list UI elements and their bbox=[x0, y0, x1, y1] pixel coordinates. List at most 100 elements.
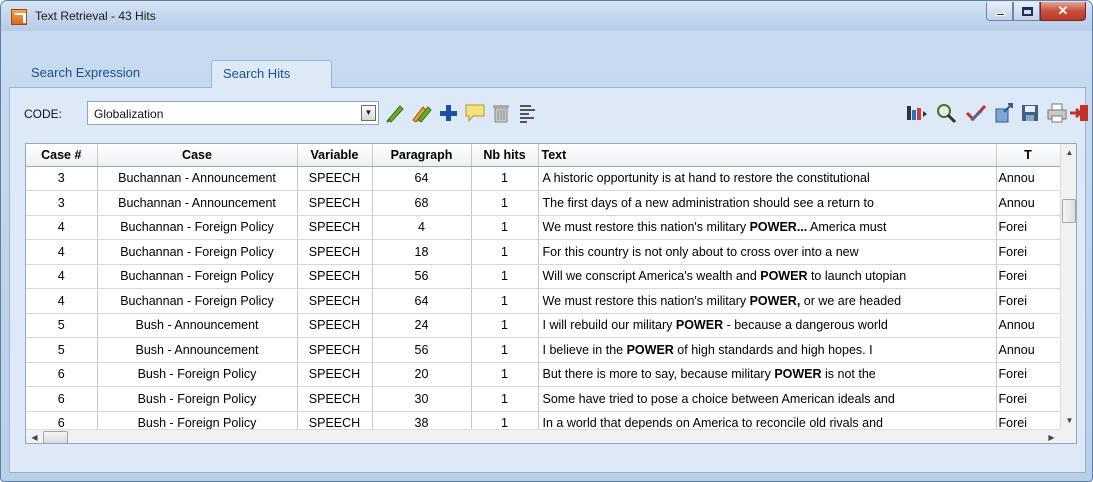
hit-context: But there is more to say, because milita… bbox=[542, 367, 775, 382]
cell-t: Annou bbox=[996, 313, 1061, 338]
text-retrieval-window: Text Retrieval - 43 Hits ✕ Search Expres… bbox=[0, 0, 1093, 482]
column-header-text[interactable]: Text bbox=[538, 144, 997, 167]
hit-context: of high standards and high hopes. I bbox=[673, 342, 873, 357]
cell-case-num: 4 bbox=[26, 215, 98, 240]
cell-paragraph: 64 bbox=[372, 166, 472, 191]
vertical-scroll-thumb[interactable] bbox=[1062, 199, 1076, 223]
cell-case-num: 5 bbox=[26, 337, 98, 363]
hit-keyword: POWER bbox=[675, 318, 724, 333]
cell-text: I believe in the POWER of high standards… bbox=[538, 337, 997, 363]
delete-icon[interactable] bbox=[490, 102, 512, 124]
code-multi-icon[interactable] bbox=[410, 102, 432, 124]
table-row[interactable]: 3 Buchannan - Announcement SPEECH 68 1 The fi… bbox=[26, 190, 1061, 216]
app-icon bbox=[11, 9, 27, 25]
cell-case: Buchannan - Foreign Policy bbox=[97, 215, 298, 240]
table-row[interactable]: 5 Bush - Announcement SPEECH 56 1 I believe i… bbox=[26, 337, 1061, 363]
window-controls: ✕ bbox=[986, 2, 1086, 22]
cell-t: Forei bbox=[996, 215, 1061, 240]
cell-case: Buchannan - Foreign Policy bbox=[97, 264, 298, 289]
cell-variable: SPEECH bbox=[297, 264, 373, 289]
scrollbar-corner bbox=[1060, 429, 1076, 443]
hit-keyword: POWER... bbox=[749, 220, 808, 235]
hit-context: or we are headed bbox=[800, 293, 902, 308]
cell-text: The first days of a new administration s… bbox=[538, 190, 997, 216]
code-dropdown[interactable]: Globalization ▼ bbox=[87, 101, 379, 125]
minimize-button[interactable] bbox=[986, 2, 1013, 21]
print-icon[interactable] bbox=[1046, 102, 1068, 124]
hit-keyword: POWER, bbox=[749, 293, 801, 308]
cell-paragraph: 68 bbox=[372, 190, 472, 216]
hits-table: Case # Case Variable Paragraph Nb hits T… bbox=[25, 143, 1077, 444]
scroll-up-icon[interactable]: ▲ bbox=[1061, 144, 1076, 161]
table-row[interactable]: 4 Buchannan - Foreign Policy SPEECH 4 1 We mu… bbox=[26, 215, 1061, 240]
cell-text: But there is more to say, because milita… bbox=[538, 362, 997, 387]
close-button[interactable]: ✕ bbox=[1040, 2, 1086, 21]
table-row[interactable]: 4 Buchannan - Foreign Policy SPEECH 64 1 We m… bbox=[26, 288, 1061, 314]
hit-context: For this country is not only about to cr… bbox=[542, 244, 859, 259]
cell-text: We must restore this nation's military P… bbox=[538, 288, 997, 314]
cell-paragraph: 56 bbox=[372, 264, 472, 289]
cell-case-num: 5 bbox=[26, 313, 98, 338]
cell-text: We must restore this nation's military P… bbox=[538, 215, 997, 240]
send-icon[interactable] bbox=[993, 102, 1015, 124]
text-view-icon[interactable] bbox=[517, 102, 539, 124]
cell-variable: SPEECH bbox=[297, 215, 373, 240]
cell-case-num: 6 bbox=[26, 386, 98, 412]
code-green-icon[interactable] bbox=[384, 102, 406, 124]
cell-nb-hits: 1 bbox=[471, 215, 539, 240]
vertical-scrollbar[interactable]: ▲ ▼ bbox=[1060, 144, 1076, 429]
column-header-case[interactable]: Case bbox=[97, 144, 298, 167]
cell-nb-hits: 1 bbox=[471, 288, 539, 314]
cell-t: Annou bbox=[996, 166, 1061, 191]
hit-keyword: POWER bbox=[774, 367, 822, 382]
cell-variable: SPEECH bbox=[297, 288, 373, 314]
scroll-left-icon[interactable]: ◀ bbox=[26, 430, 43, 443]
cell-case: Buchannan - Announcement bbox=[97, 166, 298, 191]
table-row[interactable]: 3 Buchannan - Announcement SPEECH 64 1 A hist… bbox=[26, 166, 1061, 191]
hit-keyword: POWER bbox=[760, 269, 808, 284]
table-header-row: Case # Case Variable Paragraph Nb hits T… bbox=[26, 144, 1061, 167]
scroll-down-icon[interactable]: ▼ bbox=[1061, 412, 1076, 429]
cell-variable: SPEECH bbox=[297, 386, 373, 412]
maximize-button[interactable] bbox=[1013, 2, 1040, 21]
table-row[interactable]: 4 Buchannan - Foreign Policy SPEECH 56 1 Will… bbox=[26, 264, 1061, 289]
column-header-nb-hits[interactable]: Nb hits bbox=[471, 144, 539, 167]
column-header-paragraph[interactable]: Paragraph bbox=[372, 144, 472, 167]
hit-context: We must restore this nation's military bbox=[542, 220, 750, 235]
cell-text: Some have tried to pose a choice between… bbox=[538, 386, 997, 412]
scroll-right-icon[interactable]: ▶ bbox=[1043, 430, 1060, 443]
window-title: Text Retrieval - 43 Hits bbox=[35, 9, 156, 23]
hit-context: A historic opportunity is at hand to res… bbox=[542, 171, 870, 186]
exit-icon[interactable] bbox=[1068, 102, 1090, 124]
cell-case-num: 3 bbox=[26, 166, 98, 191]
comment-icon[interactable] bbox=[464, 102, 486, 124]
cell-case-num: 4 bbox=[26, 264, 98, 289]
code-dropdown-value: Globalization bbox=[94, 107, 164, 121]
column-header-case-num[interactable]: Case # bbox=[26, 144, 98, 167]
cell-paragraph: 64 bbox=[372, 288, 472, 314]
cell-nb-hits: 1 bbox=[471, 313, 539, 338]
add-icon[interactable] bbox=[437, 102, 459, 124]
save-icon[interactable] bbox=[1019, 102, 1041, 124]
export-icon[interactable] bbox=[906, 102, 928, 124]
tab-search-expression[interactable]: Search Expression bbox=[20, 60, 198, 88]
cell-nb-hits: 1 bbox=[471, 190, 539, 216]
horizontal-scrollbar[interactable]: ◀ ▶ bbox=[26, 429, 1060, 443]
column-header-t[interactable]: T bbox=[996, 144, 1061, 167]
cell-t: Forei bbox=[996, 386, 1061, 412]
cell-case-num: 4 bbox=[26, 288, 98, 314]
title-bar[interactable]: Text Retrieval - 43 Hits ✕ bbox=[1, 1, 1092, 31]
tab-search-hits[interactable]: Search Hits bbox=[211, 60, 332, 88]
cell-nb-hits: 1 bbox=[471, 362, 539, 387]
chevron-down-icon[interactable]: ▼ bbox=[361, 105, 376, 121]
horizontal-scroll-thumb[interactable] bbox=[43, 431, 68, 443]
check-icon[interactable] bbox=[965, 102, 987, 124]
table-row[interactable]: 5 Bush - Announcement SPEECH 24 1 I will rebu… bbox=[26, 313, 1061, 338]
table-row[interactable]: 4 Buchannan - Foreign Policy SPEECH 18 1 For … bbox=[26, 239, 1061, 265]
search-zoom-icon[interactable] bbox=[935, 102, 957, 124]
hit-context: The first days of a new administration s… bbox=[542, 195, 874, 210]
table-row[interactable]: 6 Bush - Foreign Policy SPEECH 20 1 But there… bbox=[26, 362, 1061, 387]
table-row[interactable]: 6 Bush - Foreign Policy SPEECH 30 1 Some have… bbox=[26, 386, 1061, 412]
column-header-variable[interactable]: Variable bbox=[297, 144, 373, 167]
hit-context: Some have tried to pose a choice between… bbox=[542, 391, 895, 406]
